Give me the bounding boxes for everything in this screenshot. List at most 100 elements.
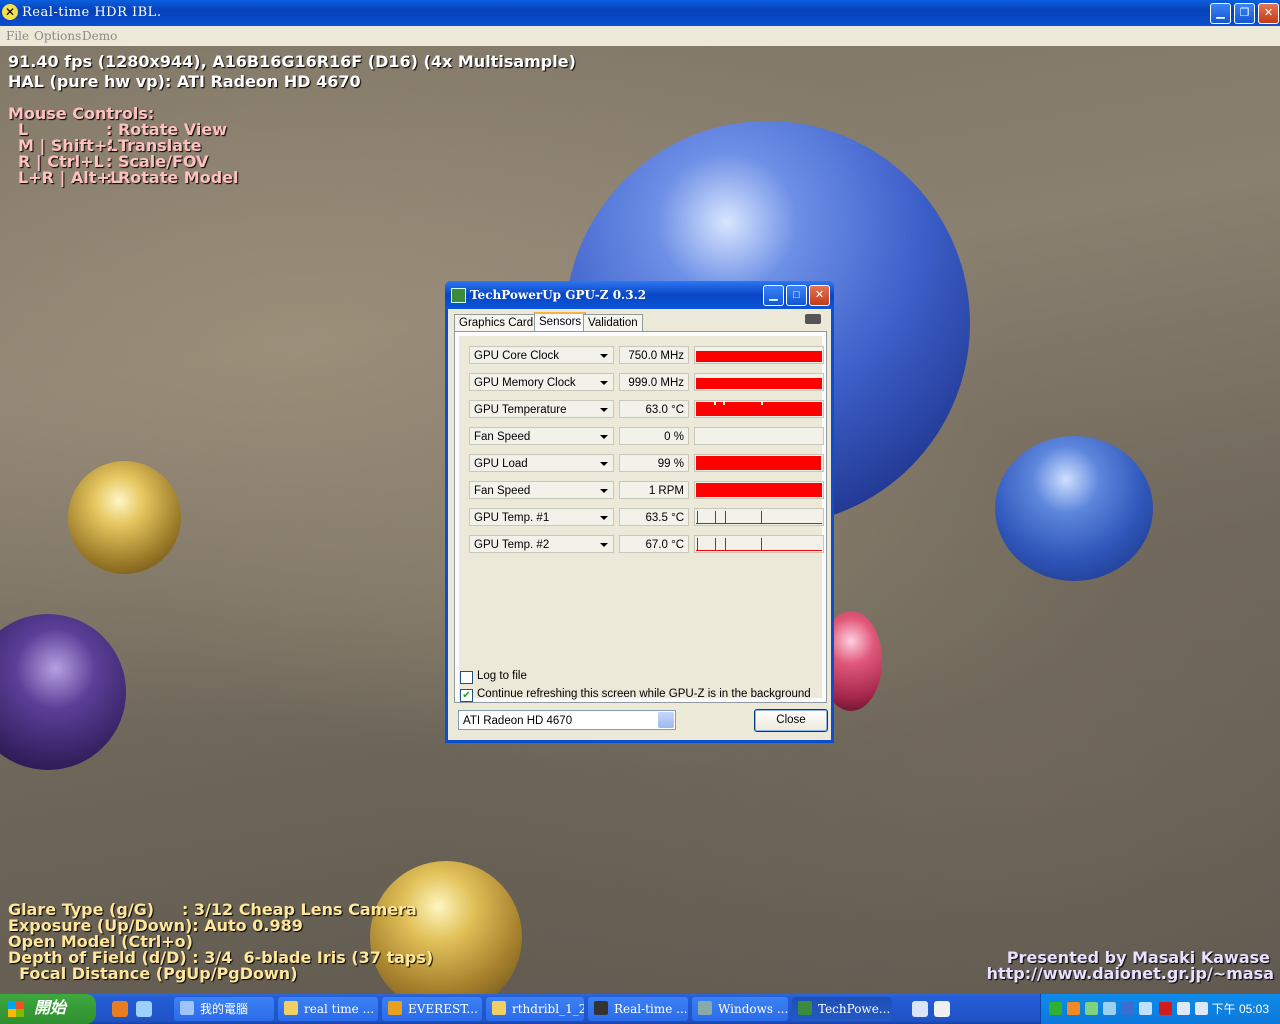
menu-bar: File Options Demo — [0, 26, 1280, 46]
menu-demo[interactable]: Demo — [82, 29, 117, 43]
gpu-select[interactable]: ATI Radeon HD 4670 — [458, 710, 676, 730]
gpu-select-value: ATI Radeon HD 4670 — [463, 715, 573, 727]
gpuz-window: TechPowerUp GPU-Z 0.3.2 ▁ □ ✕ Graphics C… — [445, 281, 834, 743]
sensor-value: 1 RPM — [619, 481, 689, 499]
chevron-down-icon — [600, 381, 608, 385]
task-label: real time ... — [304, 1002, 375, 1016]
keyboard-icon[interactable] — [912, 1001, 928, 1017]
gpuz-body: Graphics Card Sensors Validation GPU Cor… — [448, 309, 831, 740]
sensor-list: GPU Core Clock 750.0 MHz GPU Memory Clock 9… — [459, 336, 824, 698]
checkbox-box-checked[interactable]: ✔ — [460, 689, 473, 702]
chevron-down-icon[interactable] — [658, 712, 674, 728]
app-icon[interactable]: ✕ — [2, 4, 18, 20]
graph-fill — [696, 483, 822, 497]
task-label: TechPowe... — [818, 1002, 891, 1016]
task-label: Real-time ... — [614, 1002, 688, 1016]
graph-gap — [714, 401, 716, 405]
chevron-down-icon — [600, 489, 608, 493]
hud-control-action: : Rotate Model — [106, 168, 239, 187]
taskbar-button[interactable]: Real-time ... — [588, 997, 688, 1021]
taskbar-button[interactable]: rthdribl_1_2 — [486, 997, 584, 1021]
tray-info-icon[interactable] — [1067, 1002, 1080, 1015]
sensor-name-select[interactable]: Fan Speed — [469, 427, 614, 445]
gpuz-close-window-button[interactable]: ✕ — [809, 285, 830, 306]
start-label: 開始 — [34, 1000, 67, 1017]
task-label: Windows ... — [718, 1002, 788, 1016]
menu-options[interactable]: Options — [34, 29, 81, 43]
sensor-graph — [694, 481, 824, 499]
taskbar-button[interactable]: TechPowe... — [792, 997, 892, 1021]
tray-ati-icon[interactable] — [1159, 1002, 1172, 1015]
task-icon — [492, 1001, 506, 1015]
task-icon — [180, 1001, 194, 1015]
sensor-name-select[interactable]: GPU Load — [469, 454, 614, 472]
sensor-name-select[interactable]: GPU Temperature — [469, 400, 614, 418]
sensors-panel: GPU Core Clock 750.0 MHz GPU Memory Clock 9… — [454, 331, 827, 703]
sensor-value: 0 % — [619, 427, 689, 445]
task-label: rthdribl_1_2 — [512, 1002, 584, 1016]
graph-fill — [696, 456, 821, 470]
close-button[interactable]: Close — [754, 709, 828, 732]
purple-sphere — [0, 614, 126, 770]
sensor-name-select[interactable]: GPU Core Clock — [469, 346, 614, 364]
sensor-graph — [694, 373, 824, 391]
task-label: 我的電腦 — [200, 1002, 249, 1016]
sensor-graph — [694, 508, 824, 526]
taskbar-button[interactable]: EVEREST... — [382, 997, 482, 1021]
sensor-name: Fan Speed — [474, 485, 531, 497]
window-title: Real-time HDR IBL. — [22, 5, 162, 20]
tab-sensors[interactable]: Sensors — [534, 312, 587, 333]
gpuz-minimize-button[interactable]: ▁ — [763, 285, 784, 306]
sensor-value: 750.0 MHz — [619, 346, 689, 364]
chevron-down-icon — [600, 408, 608, 412]
chevron-down-icon — [600, 354, 608, 358]
sensor-name: GPU Temp. #2 — [474, 539, 550, 551]
camera-icon[interactable] — [805, 314, 821, 324]
checkbox-box[interactable] — [460, 671, 473, 684]
sensor-name-select[interactable]: GPU Memory Clock — [469, 373, 614, 391]
tray-misc-icon[interactable] — [1195, 1002, 1208, 1015]
graph-baseline — [696, 550, 822, 551]
hud-focal-distance: Focal Distance (PgUp/PgDown) — [8, 964, 298, 983]
tray-monitor-icon[interactable] — [1103, 1002, 1116, 1015]
task-label: EVEREST... — [408, 1002, 478, 1016]
taskbar-button[interactable]: Windows ... — [692, 997, 788, 1021]
chevron-down-icon — [600, 435, 608, 439]
tab-validation[interactable]: Validation — [583, 314, 643, 332]
gold-sphere-bottom — [370, 861, 522, 994]
close-window-button[interactable]: ✕ — [1258, 3, 1279, 24]
tray-icon[interactable] — [1049, 1002, 1062, 1015]
firefox-icon[interactable] — [112, 1001, 128, 1017]
sensor-name: GPU Memory Clock — [474, 377, 576, 389]
sensor-value: 999.0 MHz — [619, 373, 689, 391]
taskbar-button[interactable]: real time ... — [278, 997, 378, 1021]
gpuz-maximize-button[interactable]: □ — [786, 285, 807, 306]
start-button[interactable]: 開始 — [0, 994, 96, 1024]
taskbar-button[interactable]: 我的電腦 — [174, 997, 274, 1021]
gpuz-titlebar[interactable]: TechPowerUp GPU-Z 0.3.2 ▁ □ ✕ — [445, 281, 834, 309]
chevron-down-icon — [600, 543, 608, 547]
help-icon[interactable] — [934, 1001, 950, 1017]
system-tray: 下午 05:03 — [1040, 994, 1280, 1024]
sensor-name-select[interactable]: GPU Temp. #1 — [469, 508, 614, 526]
restore-button[interactable]: ❐ — [1234, 3, 1255, 24]
tray-shield-icon[interactable] — [1121, 1002, 1134, 1015]
task-icon — [284, 1001, 298, 1015]
hud-fps: 91.40 fps (1280x944), A16B16G16R16F (D16… — [8, 52, 576, 71]
sensor-name-select[interactable]: GPU Temp. #2 — [469, 535, 614, 553]
menu-file[interactable]: File — [6, 29, 29, 43]
sensor-name-select[interactable]: Fan Speed — [469, 481, 614, 499]
sensor-graph — [694, 400, 824, 418]
sensor-graph — [694, 535, 824, 553]
tray-volume-icon[interactable] — [1177, 1002, 1190, 1015]
minimize-button[interactable]: ▁ — [1210, 3, 1231, 24]
chevron-down-icon — [600, 462, 608, 466]
sensor-value: 63.5 °C — [619, 508, 689, 526]
tray-network-icon[interactable] — [1085, 1002, 1098, 1015]
tab-graphics-card[interactable]: Graphics Card — [454, 314, 539, 332]
hud-credit-url: http://www.daionet.gr.jp/~masa — [986, 964, 1274, 983]
sensor-name: Fan Speed — [474, 431, 531, 443]
ie-icon[interactable] — [136, 1001, 152, 1017]
sensor-value: 63.0 °C — [619, 400, 689, 418]
tray-display-icon[interactable] — [1139, 1002, 1152, 1015]
